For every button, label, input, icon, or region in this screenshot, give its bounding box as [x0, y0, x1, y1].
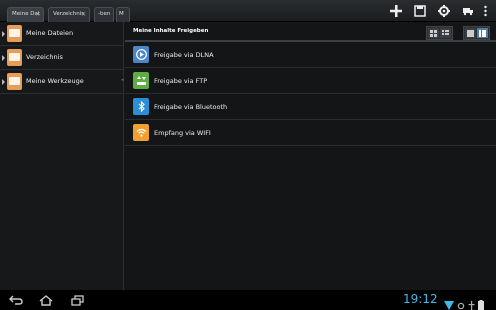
tab-label: Verzeichnis	[53, 11, 85, 17]
share-item-label: Empfang via WIFI	[154, 129, 211, 137]
expand-arrow-icon[interactable]	[2, 79, 5, 85]
battery-icon	[478, 295, 484, 310]
content-pane: Meine Inhalte Freigeben Freigabe via DLN…	[125, 22, 496, 290]
folder-tree-pane: Meine Dateien Verzeichnis Meine Werkzeug…	[0, 22, 124, 290]
tree-item-label: Meine Werkzeuge	[26, 77, 84, 85]
settings-status-icon	[457, 295, 465, 310]
share-item-dlna[interactable]: Freigabe via DLNA	[125, 42, 496, 68]
dlna-play-icon	[133, 46, 149, 63]
share-item-label: Freigabe via Bluetooth	[154, 103, 228, 111]
share-item-wifi[interactable]: Empfang via WIFI	[125, 120, 496, 146]
tree-item-label: Meine Dateien	[26, 29, 74, 37]
settings-icon[interactable]	[432, 3, 456, 19]
back-icon[interactable]	[6, 293, 26, 307]
view-mode-group-right	[463, 26, 490, 40]
tree-item-meine-werkzeuge[interactable]: Meine Werkzeuge	[0, 70, 123, 94]
tab-verzeichnis[interactable]: Verzeichnis ✕	[48, 7, 90, 22]
status-clock[interactable]: 19:12	[403, 292, 438, 306]
folder-icon	[7, 73, 22, 90]
tab-label: M	[119, 11, 124, 17]
tab-meine-dateien[interactable]: Meine Dat ✕	[7, 7, 44, 22]
grid-view-icon[interactable]	[428, 28, 439, 38]
content-header: Meine Inhalte Freigeben	[125, 22, 496, 42]
add-icon[interactable]	[384, 3, 408, 19]
detail-view-icon[interactable]	[465, 28, 476, 38]
tree-item-label: Verzeichnis	[26, 53, 63, 61]
share-item-label: Freigabe via DLNA	[154, 51, 214, 59]
share-item-ftp[interactable]: Freigabe via FTP	[125, 68, 496, 94]
tab-freigeben[interactable]: -ben	[94, 7, 114, 22]
content-title: Meine Inhalte Freigeben	[133, 28, 209, 34]
folder-icon	[7, 25, 22, 42]
sdcard-icon[interactable]	[408, 3, 432, 19]
tree-item-meine-dateien[interactable]: Meine Dateien	[0, 22, 123, 46]
expand-arrow-icon[interactable]	[2, 55, 5, 61]
home-icon[interactable]	[36, 293, 56, 307]
folder-icon	[7, 49, 22, 66]
tab-close-icon[interactable]: ✕	[81, 8, 86, 21]
expand-arrow-icon[interactable]	[2, 31, 5, 37]
overflow-menu-icon[interactable]	[480, 3, 490, 19]
bluetooth-icon	[133, 98, 149, 115]
action-bar: Meine Dat ✕ Verzeichnis ✕ -ben M	[0, 0, 496, 22]
recent-apps-icon[interactable]	[67, 293, 87, 307]
list-view-icon[interactable]	[440, 28, 451, 38]
truck-icon[interactable]	[456, 3, 480, 19]
split-view-icon[interactable]	[477, 28, 488, 38]
ftp-icon	[133, 72, 149, 89]
tree-item-verzeichnis[interactable]: Verzeichnis	[0, 46, 123, 70]
view-mode-group-left	[426, 26, 453, 40]
usb-icon	[468, 295, 475, 310]
pane-resize-handle[interactable]: ◂	[121, 77, 124, 83]
tab-label: -ben	[98, 11, 111, 17]
wifi-icon	[133, 124, 149, 141]
wifi-signal-icon	[444, 295, 454, 310]
share-item-label: Freigabe via FTP	[154, 77, 208, 85]
share-item-bluetooth[interactable]: Freigabe via Bluetooth	[125, 94, 496, 120]
tab-close-icon[interactable]: ✕	[35, 8, 40, 21]
tab-more[interactable]: M	[116, 7, 130, 22]
system-bar: 19:12	[0, 290, 496, 310]
